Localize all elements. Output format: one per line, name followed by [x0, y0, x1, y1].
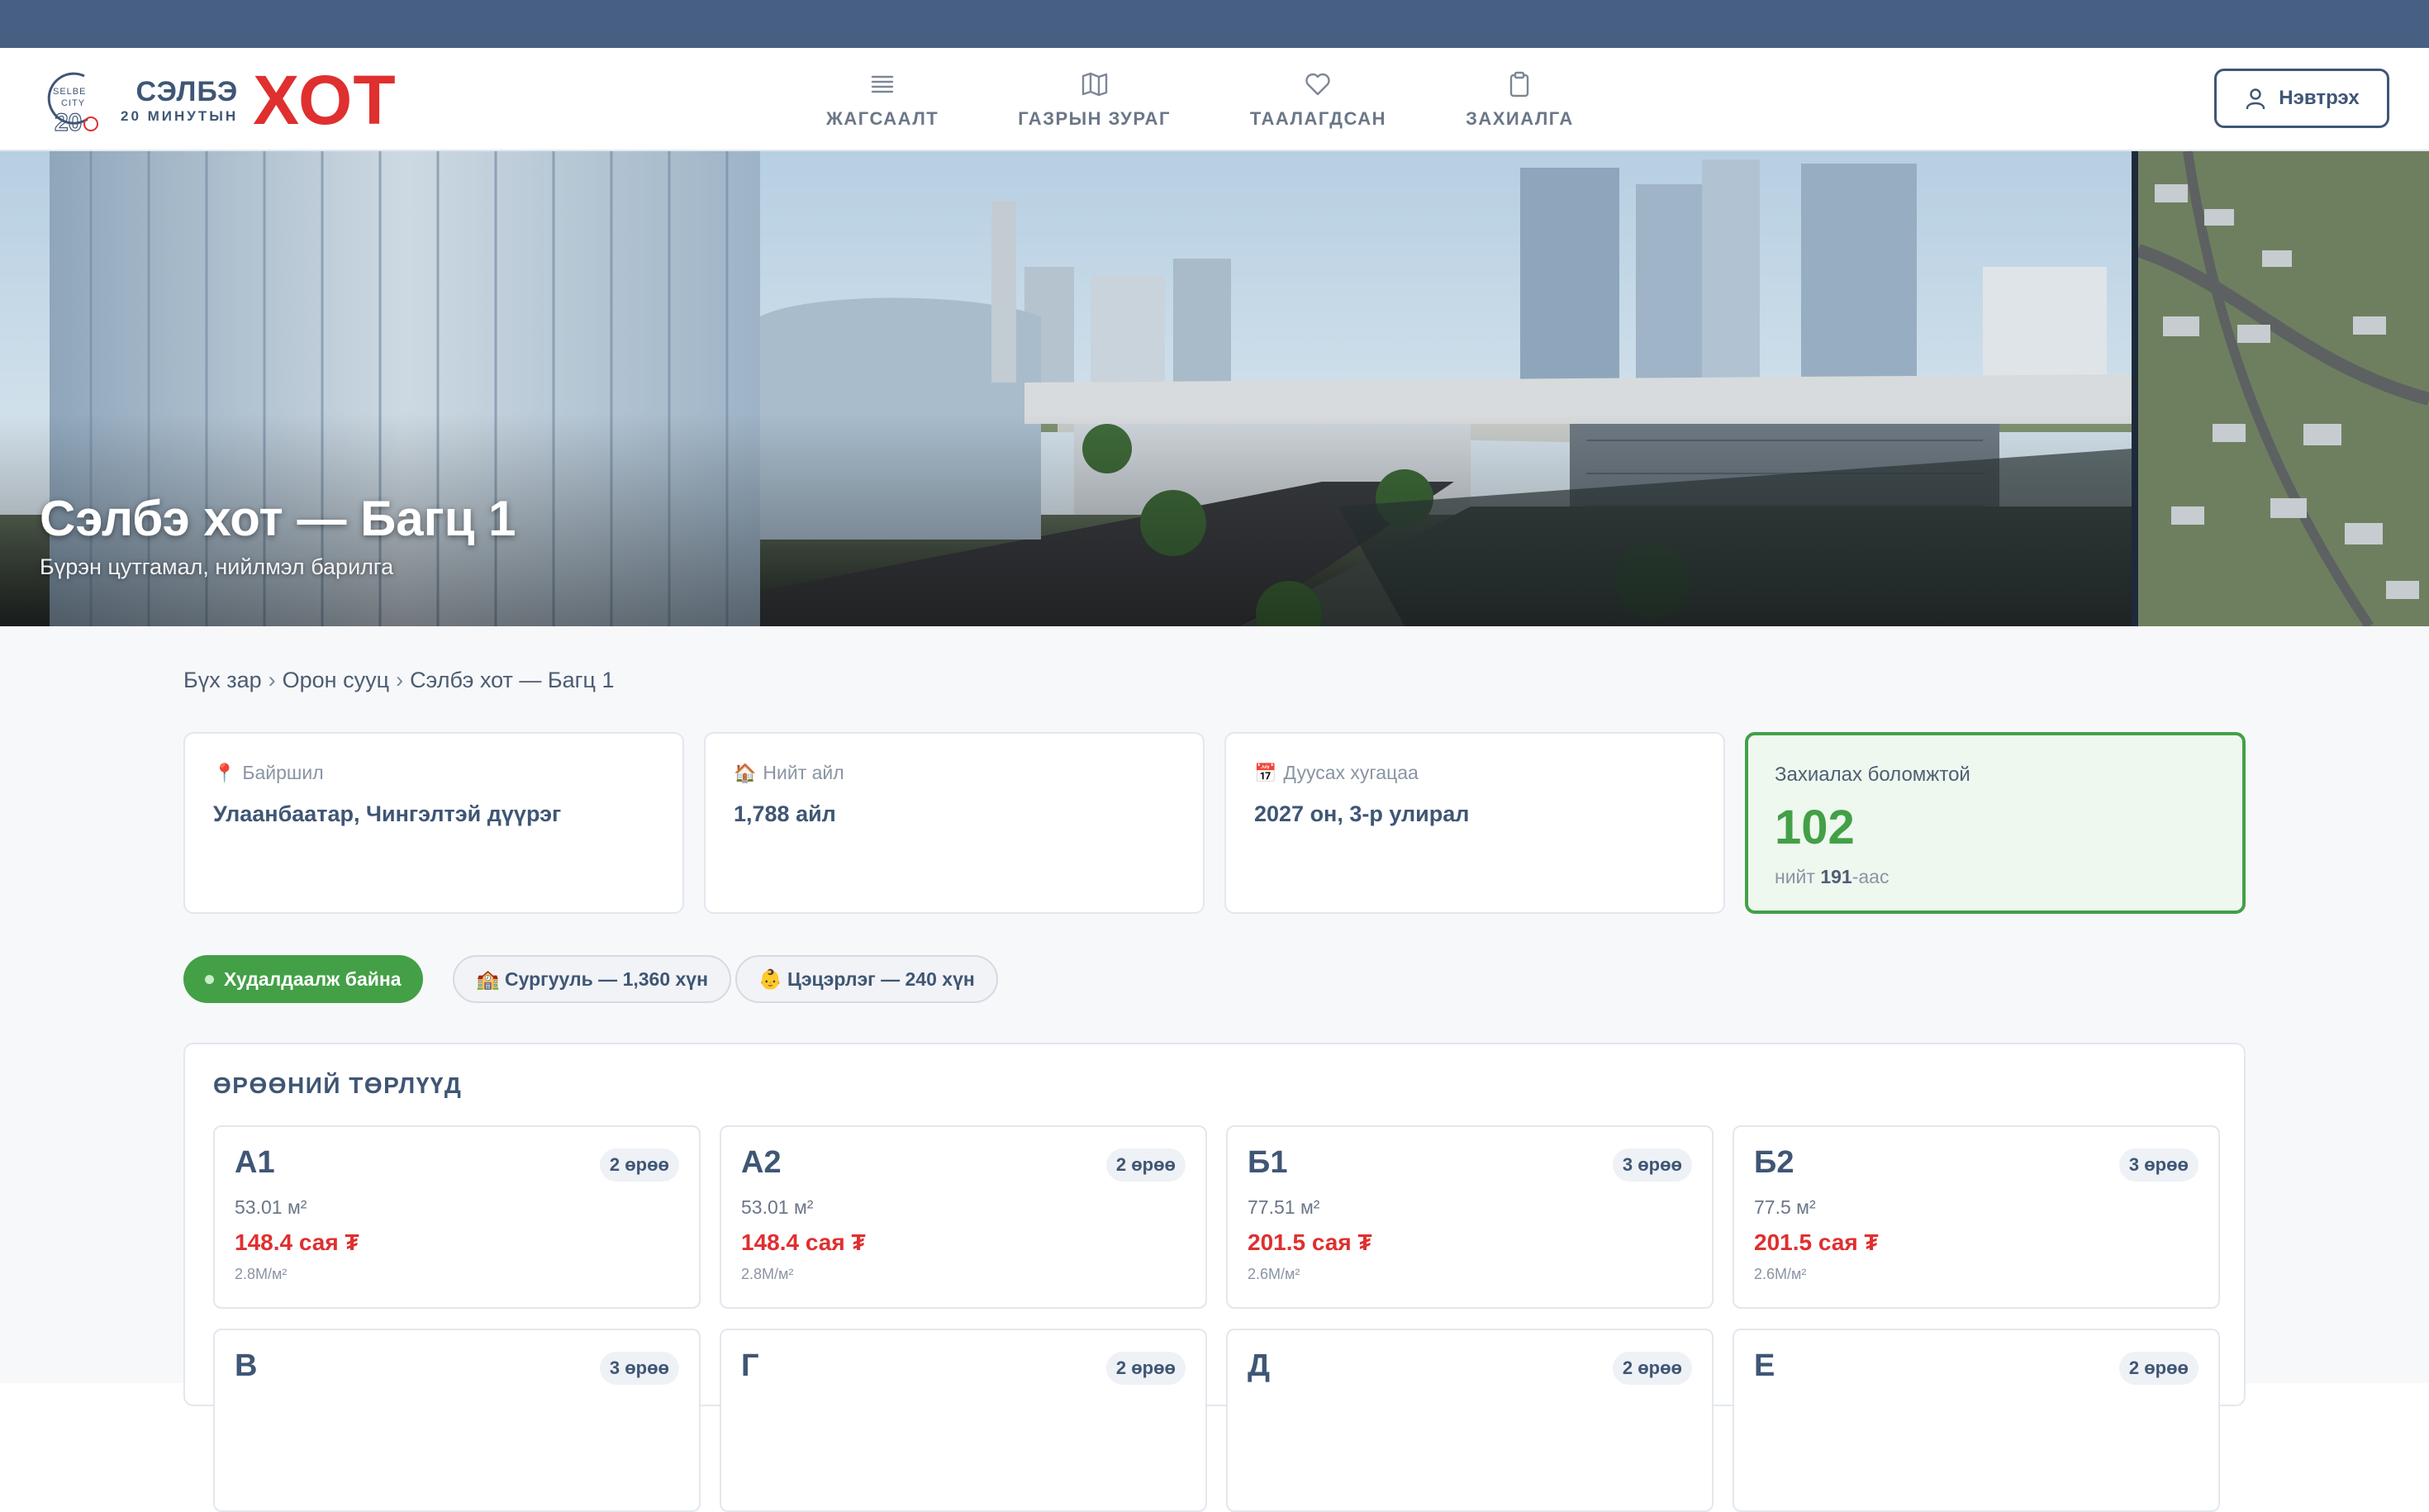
pin-icon: 📍 [213, 762, 236, 783]
hero-subtitle: Бүрэн цутгамал, нийлмэл барилга [40, 554, 394, 579]
unit-types-panel: ӨРӨӨНИЙ ТӨРЛҮҮД А1 2 өрөө 53.01 м² 148.4… [183, 1043, 2246, 1512]
completion-value: 2027 он, 3-р улирал [1254, 801, 1470, 826]
nav-item-orders[interactable]: ЗАХИАЛГА [1466, 48, 1574, 151]
availability-card: Захиалах боломжтой 102 нийт 191-аас [1745, 732, 2246, 914]
house-icon: 🏠 [734, 762, 757, 783]
svg-text:SELBE: SELBE [53, 87, 86, 97]
city-emblem-icon: SELBE CITY 20 [47, 72, 98, 136]
listing-content: Бүх зар › Орон сууц › Сэлбэ хот — Багц 1… [0, 626, 2429, 1512]
units-value: 1,788 айл [734, 801, 836, 826]
breadcrumb-all-listings[interactable]: Бүх зар [183, 668, 262, 693]
rooms-badge: 2 өрөө [1105, 1148, 1186, 1182]
unit-price: 201.5 сая ₮ [1248, 1229, 1372, 1255]
school-tag: 🏫 Сургууль — 1,360 хүн [453, 955, 731, 1003]
location-value: Улаанбаатар, Чингэлтэй дүүрэг [213, 801, 562, 826]
rooms-badge: 2 өрөө [2118, 1352, 2198, 1385]
hero-divider [2132, 151, 2138, 626]
unit-type-card[interactable]: Д 2 өрөө [1226, 1329, 1714, 1512]
main-nav: ЖАГСААЛТ ГАЗРЫН ЗУРАГ ТААЛАГДСАН ЗАХИАЛГ… [826, 48, 1653, 151]
breadcrumb: Бүх зар › Орон сууц › Сэлбэ хот — Багц 1 [183, 668, 615, 693]
map-icon [1081, 72, 1107, 96]
units-card: 🏠 Нийт айл 1,788 айл [704, 732, 1205, 914]
unit-type-name: Д [1248, 1348, 1271, 1383]
unit-type-name: Б2 [1754, 1145, 1794, 1180]
unit-price-per-m2: 2.6М/м² [1248, 1266, 1300, 1282]
location-card: 📍 Байршил Улаанбаатар, Чингэлтэй дүүрэг [183, 732, 684, 914]
unit-price: 148.4 сая ₮ [741, 1229, 866, 1255]
breadcrumb-apartments[interactable]: Орон сууц [283, 668, 389, 693]
hero-title: Сэлбэ хот — Багц 1 [40, 491, 516, 546]
top-bar [0, 0, 2429, 48]
status-label: Худалдаалж байна [224, 968, 402, 990]
availability-total: нийт 191-аас [1775, 866, 1889, 887]
unit-price: 201.5 сая ₮ [1754, 1229, 1879, 1255]
unit-type-name: В [235, 1348, 258, 1383]
calendar-icon: 📅 [1254, 762, 1277, 783]
heart-icon [1305, 73, 1331, 95]
brand-name-top: СЭЛБЭ [135, 75, 239, 107]
availability-count: 102 [1775, 801, 1855, 854]
unit-type-card[interactable]: Е 2 өрөө [1733, 1329, 2220, 1512]
unit-price-per-m2: 2.8М/м² [741, 1266, 794, 1282]
nav-label-favorites: ТААЛАГДСАН [1249, 107, 1387, 129]
unit-type-card[interactable]: А2 2 өрөө 53.01 м² 148.4 сая ₮ 2.8М/м² [720, 1125, 1207, 1309]
unit-type-card[interactable]: В 3 өрөө [213, 1329, 701, 1512]
unit-area: 53.01 м² [235, 1196, 307, 1218]
completion-label: Дуусах хугацаа [1283, 762, 1419, 783]
rooms-badge: 2 өрөө [599, 1148, 679, 1182]
status-badge: Худалдаалж байна [183, 955, 423, 1003]
hero-banner: Сэлбэ хот — Багц 1 Бүрэн цутгамал, нийлм… [0, 151, 2429, 626]
brand-name-bottom: 20 МИНУТЫН [121, 107, 239, 124]
unit-type-name: Г [741, 1348, 759, 1383]
availability-label: Захиалах боломжтой [1775, 763, 1970, 786]
location-label: Байршил [242, 762, 324, 783]
unit-type-card[interactable]: Б1 3 өрөө 77.51 м² 201.5 сая ₮ 2.6М/м² [1226, 1125, 1714, 1309]
nav-label-orders: ЗАХИАЛГА [1466, 107, 1574, 129]
unit-price-per-m2: 2.6М/м² [1754, 1266, 1807, 1282]
unit-type-name: Б1 [1248, 1145, 1288, 1180]
unit-price: 148.4 сая ₮ [235, 1229, 359, 1255]
unit-type-name: А2 [741, 1145, 782, 1180]
completion-card: 📅 Дуусах хугацаа 2027 он, 3-р улирал [1224, 732, 1725, 914]
rooms-badge: 3 өрөө [1612, 1148, 1692, 1182]
hero-aerial-render [2138, 151, 2429, 626]
nav-item-map[interactable]: ГАЗРЫН ЗУРАГ [1018, 48, 1171, 151]
login-label: Нэвтрэх [2279, 87, 2360, 109]
clipboard-icon [1510, 71, 1529, 97]
logo[interactable]: SELBE CITY 20 СЭЛБЭ 20 МИНУТЫН ХОТ [41, 63, 397, 137]
unit-price-per-m2: 2.8М/м² [235, 1266, 288, 1282]
breadcrumb-current: Сэлбэ хот — Багц 1 [410, 668, 615, 692]
breadcrumb-separator: › [396, 668, 404, 692]
nav-label-list: ЖАГСААЛТ [826, 107, 939, 129]
unit-type-card[interactable]: Г 2 өрөө [720, 1329, 1207, 1512]
nav-label-map: ГАЗРЫН ЗУРАГ [1018, 107, 1171, 129]
unit-type-card[interactable]: А1 2 өрөө 53.01 м² 148.4 сая ₮ 2.8М/м² [213, 1125, 701, 1309]
user-icon [2246, 88, 2265, 110]
unit-types-title: ӨРӨӨНИЙ ТӨРЛҮҮД [213, 1072, 463, 1098]
kindergarten-tag: 👶 Цэцэрлэг — 240 хүн [735, 955, 998, 1003]
list-icon [871, 75, 894, 93]
unit-area: 77.5 м² [1754, 1196, 1816, 1218]
nav-item-list[interactable]: ЖАГСААЛТ [826, 48, 939, 151]
breadcrumb-separator: › [268, 668, 276, 692]
svg-text:CITY: CITY [61, 98, 85, 108]
unit-area: 53.01 м² [741, 1196, 814, 1218]
rooms-badge: 2 өрөө [1105, 1352, 1186, 1385]
login-button[interactable]: Нэвтрэх [2214, 69, 2389, 128]
rooms-badge: 3 өрөө [2118, 1148, 2198, 1182]
svg-text:20: 20 [55, 109, 82, 136]
brand-name-big: ХОТ [253, 61, 397, 139]
unit-type-name: А1 [235, 1145, 275, 1180]
nav-item-favorites[interactable]: ТААЛАГДСАН [1250, 48, 1386, 151]
status-dot [205, 974, 214, 984]
unit-type-card[interactable]: Б2 3 өрөө 77.5 м² 201.5 сая ₮ 2.6М/м² [1733, 1125, 2220, 1309]
navbar: SELBE CITY 20 СЭЛБЭ 20 МИНУТЫН ХОТ ЖАГСА… [0, 48, 2429, 151]
rooms-badge: 3 өрөө [599, 1352, 679, 1385]
unit-type-name: Е [1754, 1348, 1775, 1383]
rooms-badge: 2 өрөө [1612, 1352, 1692, 1385]
unit-area: 77.51 м² [1248, 1196, 1320, 1218]
units-label: Нийт айл [763, 762, 844, 783]
